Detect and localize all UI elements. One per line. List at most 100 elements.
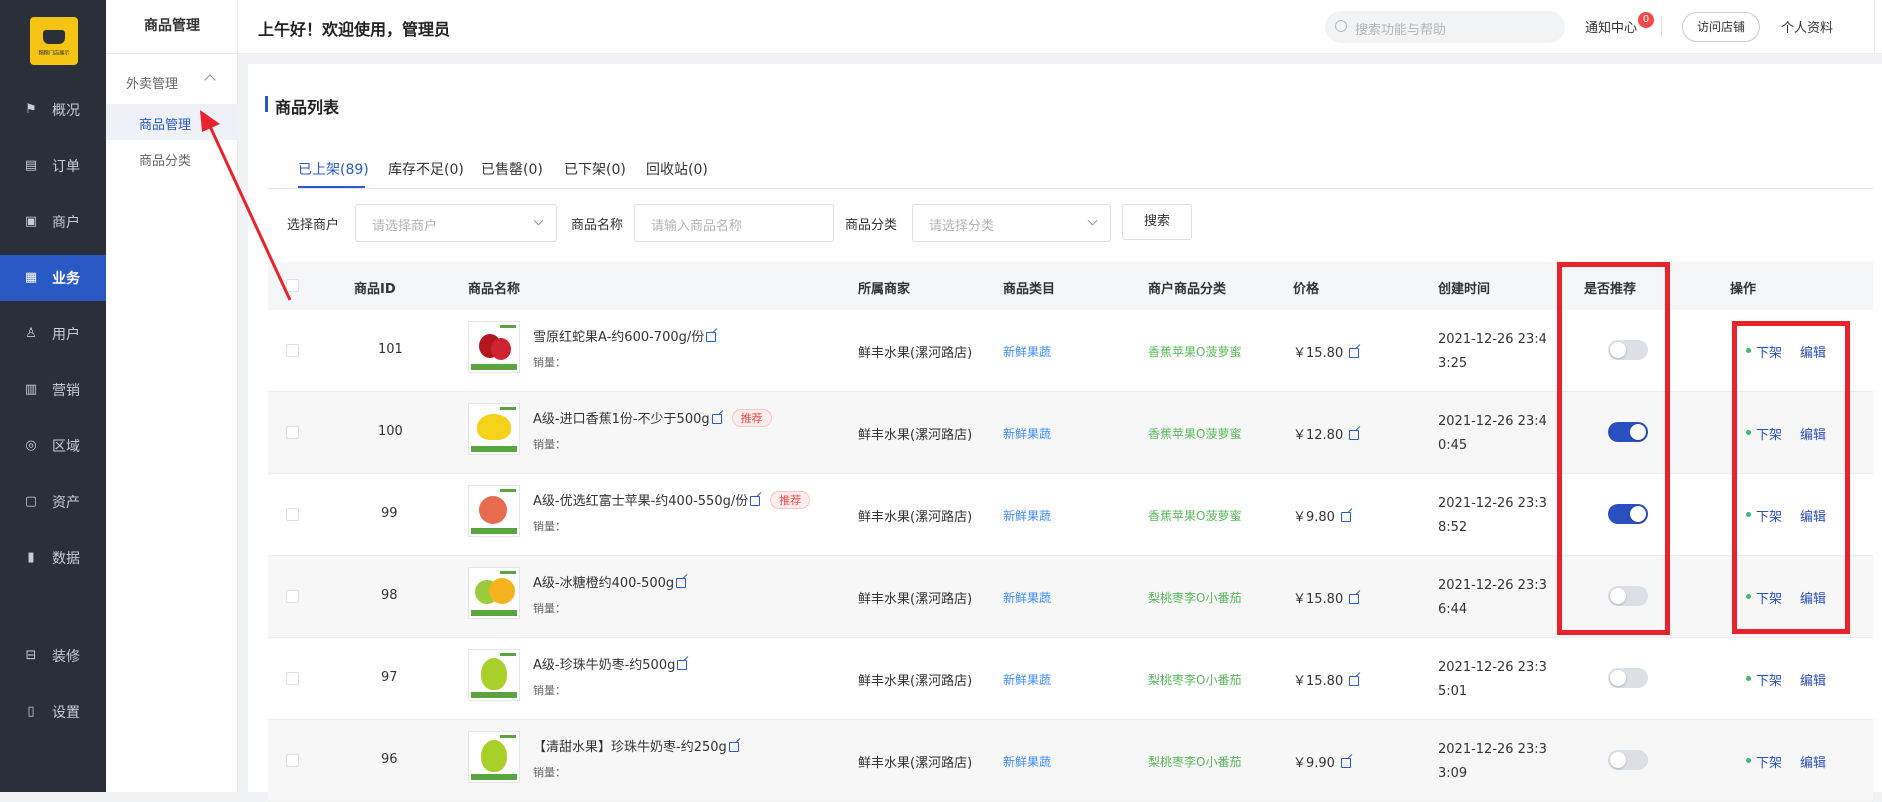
merchant-name: 鲜丰水果(漯河路店) [858, 756, 973, 771]
annotation-box-actions [1732, 321, 1850, 634]
row-checkbox[interactable] [286, 508, 299, 521]
product-name: A级-进口香蕉1份-不少于500g 推荐 [533, 408, 772, 427]
nav-item-region[interactable]: ◎ 区域 [0, 423, 106, 469]
edit-name-icon[interactable] [728, 742, 739, 752]
category-select[interactable]: 请选择分类 [912, 204, 1111, 242]
category-link[interactable]: 新鲜果蔬 [1003, 753, 1051, 770]
merchant-category-link[interactable]: 香蕉苹果O菠萝蜜 [1148, 425, 1241, 442]
merchant-category-link[interactable]: 香蕉苹果O菠萝蜜 [1148, 343, 1241, 360]
nav-item-assets[interactable]: ▢ 资产 [0, 479, 106, 525]
product-name-input[interactable]: 请输入商品名称 [634, 204, 834, 242]
created-time: 2021-12-26 23:35:01 [1438, 660, 1547, 699]
row-checkbox[interactable] [286, 426, 299, 439]
product-thumbnail[interactable] [468, 731, 520, 783]
profile-link[interactable]: 个人资料 [1781, 17, 1833, 36]
sales-label: 销量： [533, 438, 566, 451]
category-link[interactable]: 新鲜果蔬 [1003, 507, 1051, 524]
edit-price-icon[interactable] [1341, 758, 1352, 768]
search-button[interactable]: 搜索 [1122, 204, 1192, 240]
top-header: 上午好！欢迎使用，管理员 搜索功能与帮助 通知中心 0 访问店铺 个人资料 [238, 0, 1882, 54]
col-merchant: 所属商家 [858, 282, 911, 297]
edit-name-icon[interactable] [706, 332, 717, 342]
tab-off-shelf[interactable]: 已下架(0) [564, 159, 626, 179]
product-thumbnail[interactable] [468, 321, 520, 373]
nav-item-overview[interactable]: ⚑ 概况 [0, 87, 106, 133]
row-checkbox[interactable] [286, 672, 299, 685]
product-thumbnail[interactable] [468, 485, 520, 537]
merchant-name: 鲜丰水果(漯河路店) [858, 510, 973, 525]
chevron-down-icon [1087, 215, 1098, 226]
chevron-up-icon[interactable] [204, 74, 216, 86]
price-text: ￥15.80 [1293, 674, 1344, 689]
edit-name-icon[interactable] [677, 660, 688, 670]
thumb-brand-tag [500, 571, 516, 574]
nav-item-settings[interactable]: ▯ 设置 [0, 689, 106, 735]
merchant-category-link[interactable]: 梨桃枣李O小番茄 [1148, 753, 1241, 770]
search-icon [1335, 20, 1347, 32]
row-checkbox[interactable] [286, 344, 299, 357]
region-icon: ◎ [25, 438, 37, 453]
edit-price-icon[interactable] [1349, 348, 1360, 358]
thumb-brand-tag [500, 489, 516, 492]
created-time: 2021-12-26 23:43:25 [1438, 332, 1547, 371]
row-checkbox[interactable] [286, 754, 299, 767]
search-input[interactable]: 搜索功能与帮助 [1325, 11, 1565, 43]
recommend-toggle[interactable] [1608, 750, 1648, 770]
edit-price-icon[interactable] [1341, 512, 1352, 522]
nav-item-data[interactable]: ▮ 数据 [0, 535, 106, 581]
product-thumbnail[interactable] [468, 567, 520, 619]
edit-button[interactable]: 编辑 [1800, 670, 1826, 689]
product-thumbnail[interactable] [468, 649, 520, 701]
subnav-group-takeout[interactable]: 外卖管理 [126, 73, 178, 92]
edit-name-icon[interactable] [750, 496, 761, 506]
jujube-image [481, 740, 507, 772]
edit-price-icon[interactable] [1349, 594, 1360, 604]
off-shelf-button[interactable]: 下架 [1756, 670, 1782, 689]
nav-item-users[interactable]: ♙ 用户 [0, 311, 106, 357]
data-icon: ▮ [27, 550, 35, 565]
nav-item-merchants[interactable]: ▣ 商户 [0, 199, 106, 245]
subnav-item-label: 商品管理 [139, 118, 192, 133]
merchant-category-link[interactable]: 香蕉苹果O菠萝蜜 [1148, 507, 1241, 524]
product-id: 96 [381, 752, 398, 767]
app-logo[interactable]: 糯糯门店展示 [30, 17, 78, 65]
category-link[interactable]: 新鲜果蔬 [1003, 425, 1051, 442]
recommend-tag: 推荐 [770, 491, 811, 509]
tab-low-stock[interactable]: 库存不足(0) [388, 159, 464, 179]
header-divider [1661, 16, 1662, 36]
edit-price-icon[interactable] [1349, 430, 1360, 440]
product-name-placeholder: 请输入商品名称 [651, 219, 743, 234]
edit-name-icon[interactable] [711, 414, 722, 424]
merchant-category-link[interactable]: 梨桃枣李O小番茄 [1148, 589, 1241, 606]
row-checkbox[interactable] [286, 590, 299, 603]
subnav-title: 商品管理 [106, 0, 238, 54]
recommend-toggle[interactable] [1608, 668, 1648, 688]
price-text: ￥15.80 [1293, 346, 1344, 361]
nav-item-orders[interactable]: ▤ 订单 [0, 143, 106, 189]
tab-recycle-bin[interactable]: 回收站(0) [646, 159, 708, 179]
category-link[interactable]: 新鲜果蔬 [1003, 671, 1051, 688]
product-name-text: A级-冰糖橙约400-500g [533, 576, 675, 591]
merchant-select[interactable]: 请选择商户 [355, 204, 557, 242]
off-shelf-button[interactable]: 下架 [1756, 752, 1782, 771]
nav-item-marketing[interactable]: ▥ 营销 [0, 367, 106, 413]
edit-name-icon[interactable] [676, 578, 687, 588]
category-link[interactable]: 新鲜果蔬 [1003, 589, 1051, 606]
edit-button[interactable]: 编辑 [1800, 752, 1826, 771]
nav-item-decorate[interactable]: ⊟ 装修 [0, 633, 106, 679]
merchant-category-link[interactable]: 梨桃枣李O小番茄 [1148, 671, 1241, 688]
notification-center-link[interactable]: 通知中心 [1585, 17, 1637, 36]
col-actions: 操作 [1730, 282, 1757, 297]
tab-sold-out[interactable]: 已售罄(0) [481, 159, 543, 179]
merchant-select-placeholder: 请选择商户 [372, 219, 438, 234]
nav-item-business[interactable]: ▦ 业务 [0, 255, 106, 301]
category-link[interactable]: 新鲜果蔬 [1003, 343, 1051, 360]
edit-price-icon[interactable] [1349, 676, 1360, 686]
sales-label: 销量： [533, 356, 566, 369]
visit-store-button[interactable]: 访问店铺 [1682, 12, 1760, 42]
subnav-item-product-category[interactable]: 商品分类 [139, 150, 191, 169]
product-thumbnail[interactable] [468, 403, 520, 455]
category-filter-label: 商品分类 [845, 218, 898, 233]
merchant-name: 鲜丰水果(漯河路店) [858, 346, 973, 361]
toggle-knob [1610, 752, 1626, 768]
